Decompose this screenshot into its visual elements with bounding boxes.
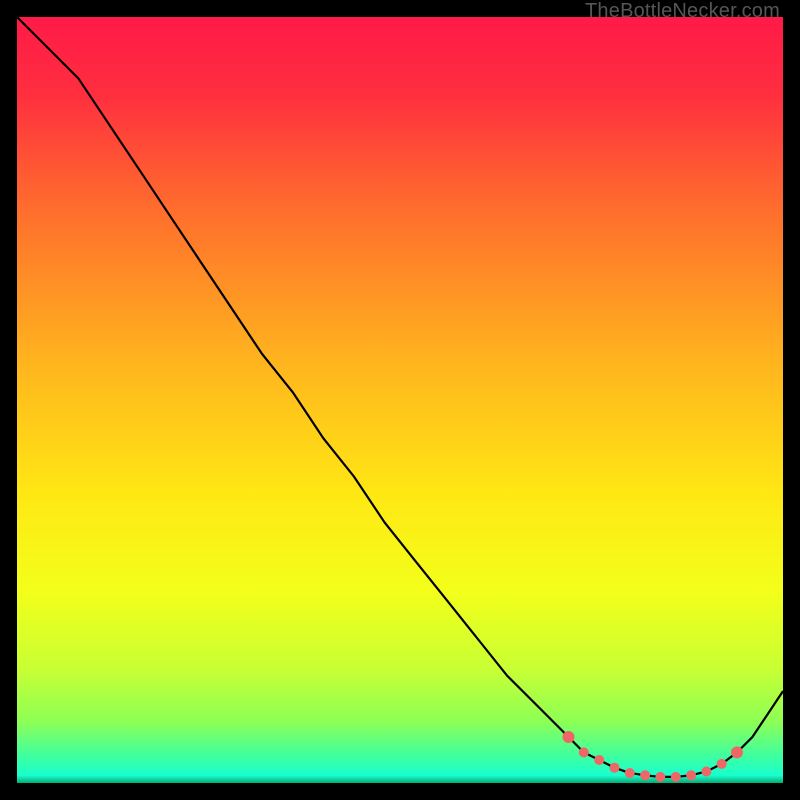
attribution-text: TheBottleNecker.com	[585, 0, 780, 23]
chart-area	[17, 17, 783, 783]
gradient-background	[17, 17, 783, 783]
